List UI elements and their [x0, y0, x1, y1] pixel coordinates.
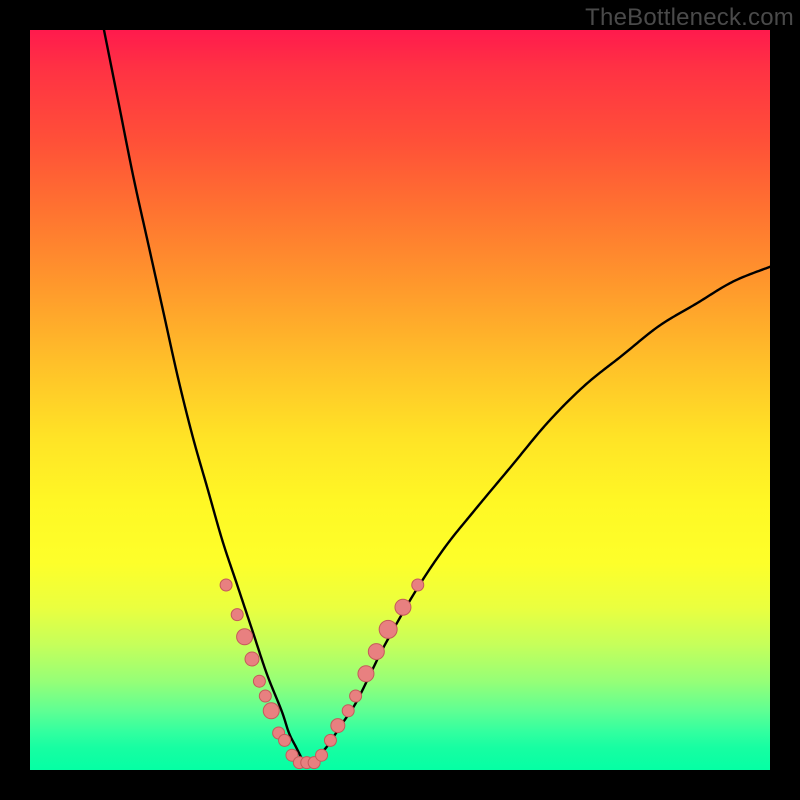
left-curve [104, 30, 304, 763]
data-marker [324, 734, 336, 746]
right-curve [311, 267, 770, 763]
data-marker [412, 579, 424, 591]
marker-layer [220, 579, 424, 769]
data-marker [220, 579, 232, 591]
data-marker [331, 719, 345, 733]
data-marker [279, 734, 291, 746]
data-marker [358, 666, 374, 682]
data-marker [253, 675, 265, 687]
data-marker [395, 599, 411, 615]
chart-svg [30, 30, 770, 770]
curve-layer [104, 30, 770, 763]
data-marker [263, 703, 279, 719]
data-marker [259, 690, 271, 702]
data-marker [342, 705, 354, 717]
watermark-text: TheBottleneck.com [585, 4, 794, 32]
chart-frame: TheBottleneck.com [0, 0, 800, 800]
data-marker [237, 629, 253, 645]
data-marker [231, 609, 243, 621]
data-marker [379, 620, 397, 638]
data-marker [316, 749, 328, 761]
data-marker [368, 644, 384, 660]
data-marker [245, 652, 259, 666]
data-marker [350, 690, 362, 702]
